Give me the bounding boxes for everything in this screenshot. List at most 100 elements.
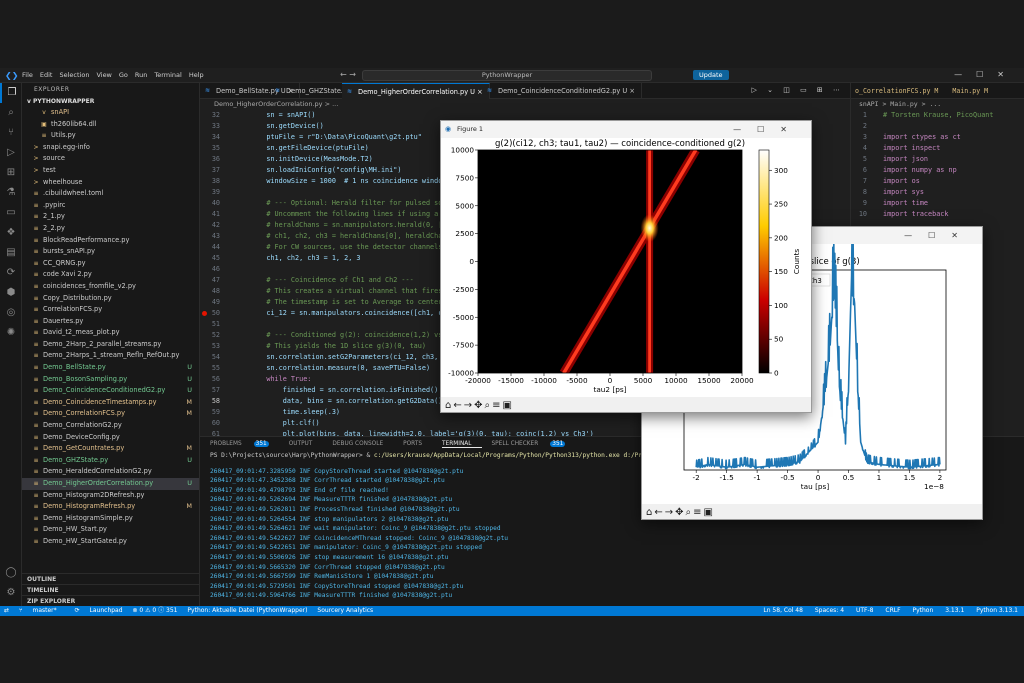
file-item[interactable]: ≡ Demo_GetCountrates.py M (22, 443, 199, 455)
file-item[interactable]: ≡ bursts_snAPI.py (22, 246, 199, 258)
file-item[interactable]: ≡ Demo_HeraldedCorrelationG2.py (22, 466, 199, 478)
forward-icon[interactable]: → (464, 400, 474, 411)
file-item[interactable]: ≡ CorrelationFCS.py (22, 304, 199, 316)
tab-correlationfcs[interactable]: o_CorrelationFCS.py M (855, 87, 938, 95)
file-item[interactable]: ≡ Demo_HW_StartGated.py (22, 536, 199, 548)
menu-item-file[interactable]: File (22, 71, 33, 79)
live-share-icon[interactable]: ⟳ (0, 263, 22, 283)
file-item[interactable]: ≡ Demo_CoincidenceConditionedG2.py U (22, 385, 199, 397)
menu-item-go[interactable]: Go (119, 71, 128, 79)
docker-icon[interactable]: ▤ (0, 243, 22, 263)
menu-item-terminal[interactable]: Terminal (154, 71, 181, 79)
file-item[interactable]: ≡ 2_2.py (22, 223, 199, 235)
configure-icon[interactable]: ≡ (693, 507, 703, 518)
cursor-position[interactable]: Ln 58, Col 48 (763, 607, 803, 614)
timeline-section[interactable]: TIMELINE (22, 584, 199, 595)
panel-tab-ports[interactable]: PORTS (403, 441, 432, 447)
file-item[interactable]: ≡ CC_QRNG.py (22, 258, 199, 270)
testing-icon[interactable]: ⚗ (0, 183, 22, 203)
menu-item-run[interactable]: Run (135, 71, 147, 79)
project-folder[interactable]: v PYTHONWRAPPER (22, 96, 199, 107)
secondary-breadcrumb[interactable]: snAPI > Main.py > ... (851, 99, 1024, 110)
panel-tab-terminal[interactable]: TERMINAL (442, 441, 482, 448)
panel-tab-problems[interactable]: PROBLEMS 351 (210, 441, 279, 447)
problems-indicator[interactable]: ⊗ 0 ⚠ 0 ⓘ 351 (132, 607, 177, 614)
breadcrumb[interactable]: Demo_HigherOrderCorrelation.py > ... (200, 99, 850, 110)
editor-tab[interactable]: ≋ Demo_CoincidenceConditionedG2.py U × (482, 83, 642, 99)
panel-tab-debug-console[interactable]: DEBUG CONSOLE (332, 441, 393, 447)
file-item[interactable]: ≡ .cibuildwheel.toml (22, 188, 199, 200)
file-item[interactable]: ≡ Demo_BellState.py U (22, 362, 199, 374)
encoding[interactable]: UTF-8 (856, 607, 874, 614)
indentation[interactable]: Spaces: 4 (815, 607, 844, 614)
pan-icon[interactable]: ✥ (675, 507, 685, 518)
save-icon[interactable]: ▣ (503, 400, 514, 411)
file-item[interactable]: ≡ code Xavi 2.py (22, 269, 199, 281)
file-item[interactable]: ≡ 2_1.py (22, 211, 199, 223)
pan-icon[interactable]: ✥ (474, 400, 484, 411)
launchpad-button[interactable]: Launchpad (90, 607, 123, 614)
remote-indicator-icon[interactable]: ⇄ (4, 607, 9, 614)
file-item[interactable]: ≡ Demo_CorrelationG2.py (22, 420, 199, 432)
file-item[interactable]: ▣ th260lib64.dll (22, 119, 199, 131)
zip-explorer-section[interactable]: ZIP EXPLORER (22, 595, 199, 606)
file-item[interactable]: > source (22, 153, 199, 165)
file-item[interactable]: ≡ Demo_DeviceConfig.py (22, 432, 199, 444)
file-item[interactable]: > test (22, 165, 199, 177)
menu-item-view[interactable]: View (96, 71, 111, 79)
editor-actions-icon[interactable]: ▷ ⌄ ◫ ▭ ⊞ ⋯ (752, 86, 844, 94)
file-item[interactable]: ≡ Demo_HW_Start.py (22, 524, 199, 536)
back-icon[interactable]: ← (453, 400, 463, 411)
sparkle-icon[interactable]: ✺ (0, 323, 22, 343)
sourcery-indicator[interactable]: Sourcery Analytics (317, 607, 373, 614)
back-icon[interactable]: ← (654, 507, 664, 518)
python-icon[interactable]: ❖ (0, 223, 22, 243)
file-item[interactable]: v snAPI (22, 107, 199, 119)
file-item[interactable]: ≡ .pypirc (22, 200, 199, 212)
file-item[interactable]: ≡ Utils.py (22, 130, 199, 142)
search-icon[interactable]: ⌕ (0, 103, 22, 123)
python-version[interactable]: Python 3.13.1 (976, 607, 1018, 614)
menu-item-help[interactable]: Help (189, 71, 204, 79)
panel-tab-output[interactable]: OUTPUT (289, 441, 323, 447)
figure-1-window[interactable]: ◉ Figure 1 —☐✕ g(2)(ci12, ch3; tau1, tau… (440, 120, 812, 413)
zoom-icon[interactable]: ⌕ (686, 507, 694, 518)
python-env-selector[interactable]: Python: Aktuelle Datei (PythonWrapper) (187, 607, 307, 614)
outline-section[interactable]: OUTLINE (22, 573, 199, 584)
window-controls-icon[interactable]: —☐✕ (954, 70, 1018, 79)
secondary-code[interactable]: 1 # Torsten Krause, PicoQuant 2 3 import cty… (851, 110, 1024, 220)
menu-item-selection[interactable]: Selection (59, 71, 89, 79)
file-item[interactable]: ≡ Demo_HistogramRefresh.py M (22, 501, 199, 513)
close-icon[interactable]: × (627, 87, 635, 95)
line-ending[interactable]: CRLF (885, 607, 900, 614)
file-item[interactable]: ≡ Copy_Distribution.py (22, 293, 199, 305)
file-item[interactable]: ≡ David_t2_meas_plot.py (22, 327, 199, 339)
file-item[interactable]: > wheelhouse (22, 177, 199, 189)
file-item[interactable]: ≡ Demo_GHZState.py U (22, 455, 199, 467)
configure-icon[interactable]: ≡ (492, 400, 502, 411)
update-button[interactable]: Update (693, 70, 729, 80)
settings-gear-icon[interactable]: ⚙ (0, 583, 22, 603)
account-icon[interactable]: ◯ (0, 563, 22, 583)
source-control-icon[interactable]: ⑂ (0, 123, 22, 143)
file-item[interactable]: ≡ Demo_CoincidenceTimestamps.py M (22, 397, 199, 409)
menu-item-edit[interactable]: Edit (40, 71, 53, 79)
file-item[interactable]: ≡ Demo_HistogramSimple.py (22, 513, 199, 525)
branch-indicator[interactable]: ⑂ master* (19, 607, 65, 614)
forward-icon[interactable]: → (665, 507, 675, 518)
hex-icon[interactable]: ⬢ (0, 283, 22, 303)
file-item[interactable]: ≡ BlockReadPerformance.py (22, 235, 199, 247)
editor-tab[interactable]: ≋ Demo_HigherOrderCorrelation.py U × (342, 83, 490, 99)
file-item[interactable]: > snapi.egg-info (22, 142, 199, 154)
file-item[interactable]: ≡ Demo_2Harp_2_parallel_streams.py (22, 339, 199, 351)
tab-main[interactable]: Main.py M (952, 87, 988, 95)
breakpoint-icon[interactable] (202, 311, 207, 316)
file-item[interactable]: ≡ Demo_CorrelationFCS.py M (22, 408, 199, 420)
save-icon[interactable]: ▣ (704, 507, 715, 518)
language-mode[interactable]: Python (912, 607, 933, 614)
python-version-short[interactable]: 3.13.1 (945, 607, 964, 614)
file-item[interactable]: ≡ Demo_Histogram2DRefresh.py (22, 490, 199, 502)
explorer-icon[interactable]: ❐ (0, 83, 22, 103)
run-debug-icon[interactable]: ▷ (0, 143, 22, 163)
file-item[interactable]: ≡ Dauertes.py (22, 316, 199, 328)
